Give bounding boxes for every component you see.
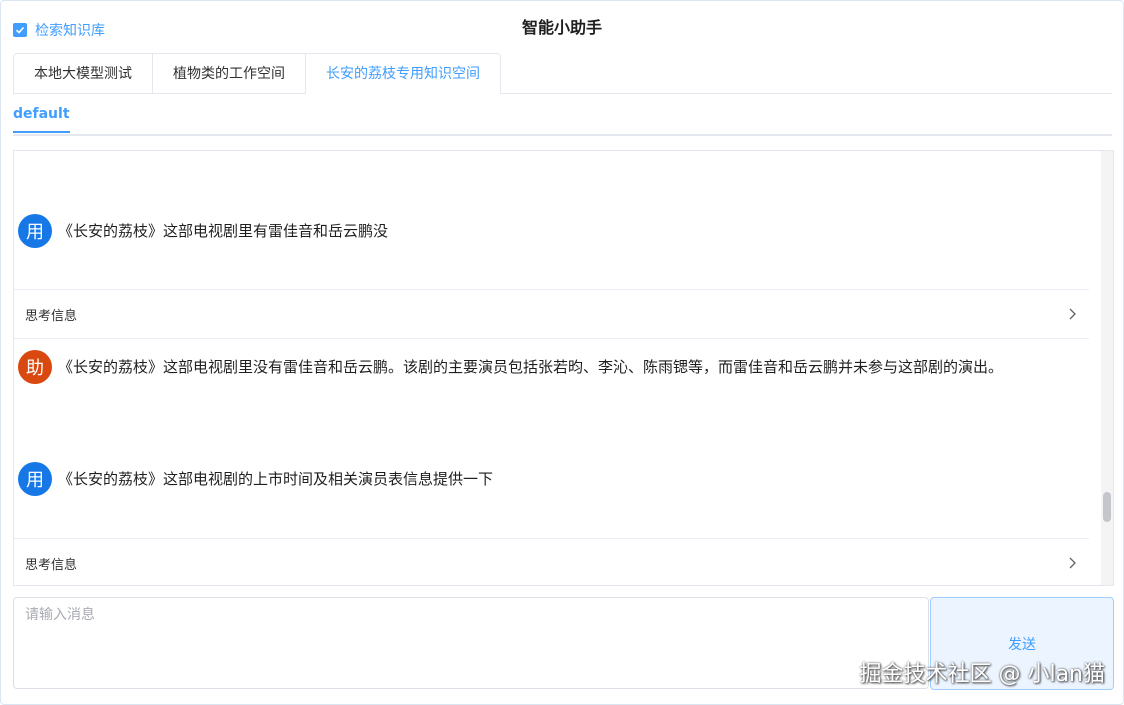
thinking-info-label: 思考信息 (25, 309, 78, 324)
tab-plant-workspace[interactable]: 植物类的工作空间 (153, 53, 306, 93)
user-avatar: 用 (18, 462, 52, 496)
workspace-tabs: 本地大模型测试 植物类的工作空间 长安的荔枝专用知识空间 (13, 53, 1112, 94)
message-text: 《长安的荔枝》这部电视剧的上市时间及相关演员表信息提供一下 (58, 470, 494, 488)
message-input-wrapper (13, 597, 929, 689)
chevron-right-icon (1069, 557, 1076, 569)
assistant-avatar: 助 (18, 350, 52, 384)
thinking-info-label: 思考信息 (25, 558, 78, 573)
app-title: 智能小助手 (521, 18, 602, 37)
watermark: 掘金技术社区 @ 小lan猫 (859, 662, 1105, 687)
scrollbar-thumb[interactable] (1103, 492, 1111, 522)
chat-scrollbar[interactable] (1101, 151, 1113, 585)
message-text: 《长安的荔枝》这部电视剧里有雷佳音和岳云鹏没 (58, 222, 389, 240)
message-text: 《长安的荔枝》这部电视剧里没有雷佳音和岳云鹏。该剧的主要演员包括张若昀、李沁、陈… (58, 358, 1004, 376)
tab-lychee-knowledge-space[interactable]: 长安的荔枝专用知识空间 (306, 53, 501, 94)
user-avatar: 用 (18, 214, 52, 248)
sub-tabs: default (13, 101, 1112, 136)
chat-history[interactable]: 用 《长安的荔枝》这部电视剧里有雷佳音和岳云鹏没 思考信息 助 《长安的荔枝》这… (13, 150, 1114, 586)
subtab-default[interactable]: default (13, 106, 70, 133)
app-window: 检索知识库 智能小助手 本地大模型测试 植物类的工作空间 长安的荔枝专用知识空间… (0, 0, 1124, 705)
thinking-info-toggle[interactable]: 思考信息 (14, 538, 1089, 585)
chevron-right-icon (1069, 308, 1076, 320)
tab-local-llm-test[interactable]: 本地大模型测试 (13, 53, 153, 93)
thinking-info-toggle[interactable]: 思考信息 (14, 289, 1089, 339)
message-input[interactable] (14, 598, 928, 688)
